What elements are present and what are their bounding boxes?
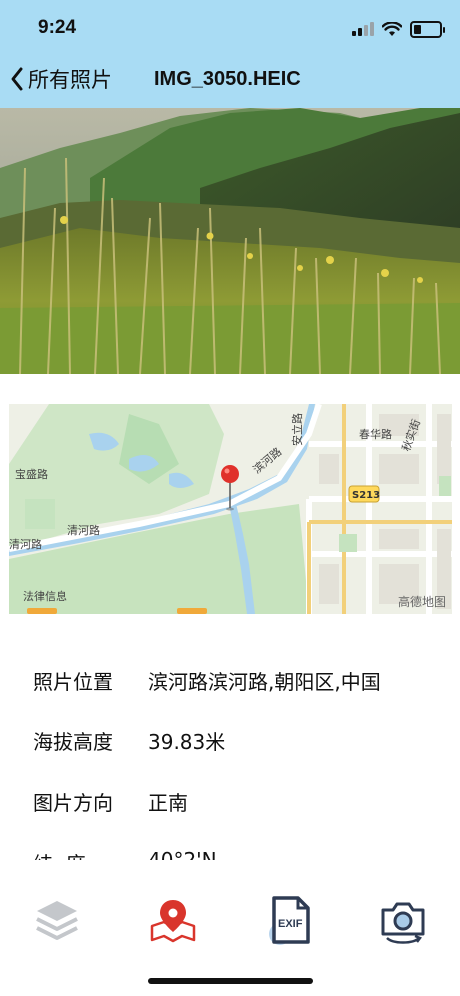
tab-location[interactable]: [145, 892, 201, 948]
map-label-chunhua: 春华路: [359, 427, 392, 441]
page-title: IMG_3050.HEIC: [154, 68, 301, 90]
info-key: 海拔高度: [33, 730, 113, 754]
tab-camera[interactable]: [375, 892, 431, 948]
cellular-signal-icon: [352, 22, 374, 36]
exif-icon: EXIF: [269, 896, 310, 945]
map-pin-icon: [150, 900, 196, 943]
camera-rotate-icon: [381, 902, 425, 944]
info-key: 纬 度: [33, 848, 86, 860]
status-time: 9:24: [38, 17, 77, 38]
map-label-fazhi: 法律信息: [23, 589, 67, 603]
header: 9:24 所有照片 IMG_3050.HEIC: [0, 0, 460, 108]
status-icons: [352, 18, 445, 40]
location-map[interactable]: 宝盛路 清河路 清河路 滨河路 春华路 安立路 秋实街 法律信息 S213 高德…: [9, 404, 452, 614]
info-row-latitude: 纬 度 40°2'N: [0, 842, 460, 860]
screen: 9:24 所有照片 IMG_3050.HEIC 宝盛路 清河路 清河路 滨河路 …: [0, 0, 460, 996]
layers-icon: [36, 901, 78, 940]
info-key: 照片位置: [33, 670, 113, 694]
info-key: 图片方向: [33, 791, 113, 815]
home-indicator[interactable]: [148, 978, 313, 984]
battery-icon: [410, 20, 445, 38]
tab-exif[interactable]: EXIF: [262, 892, 318, 948]
info-row-altitude: 海拔高度 39.83米: [0, 720, 460, 760]
map-label-anli: 安立路: [290, 413, 304, 446]
map-label-qinghe-1: 清河路: [67, 524, 100, 537]
exif-label: EXIF: [278, 918, 303, 930]
bottom-toolbar: EXIF: [0, 860, 460, 996]
landscape-photo: [0, 108, 460, 374]
map-route-badge: S213: [352, 490, 380, 501]
back-button[interactable]: 所有照片: [10, 64, 112, 94]
info-row-location: 照片位置 滨河路滨河路,朝阳区,中国: [0, 660, 460, 700]
map-canvas: 宝盛路 清河路 清河路 滨河路 春华路 安立路 秋实街 法律信息 S213: [9, 404, 452, 614]
photo-preview[interactable]: [0, 108, 460, 374]
map-label-baosheng: 宝盛路: [15, 467, 48, 481]
map-label-qinghe-2: 清河路: [9, 538, 42, 551]
info-row-direction: 图片方向 正南: [0, 781, 460, 821]
info-value: 39.83米: [148, 730, 226, 754]
map-attribution: 高德地图: [397, 595, 446, 609]
info-value: 滨河路滨河路,朝阳区,中国: [148, 670, 381, 694]
info-value: 40°2'N: [148, 848, 217, 860]
back-label: 所有照片: [28, 68, 112, 92]
battery-level: [414, 24, 421, 34]
chevron-left-icon: [11, 67, 23, 91]
tab-layers[interactable]: [29, 892, 85, 948]
info-value: 正南: [148, 791, 188, 815]
wifi-icon: [382, 21, 402, 36]
